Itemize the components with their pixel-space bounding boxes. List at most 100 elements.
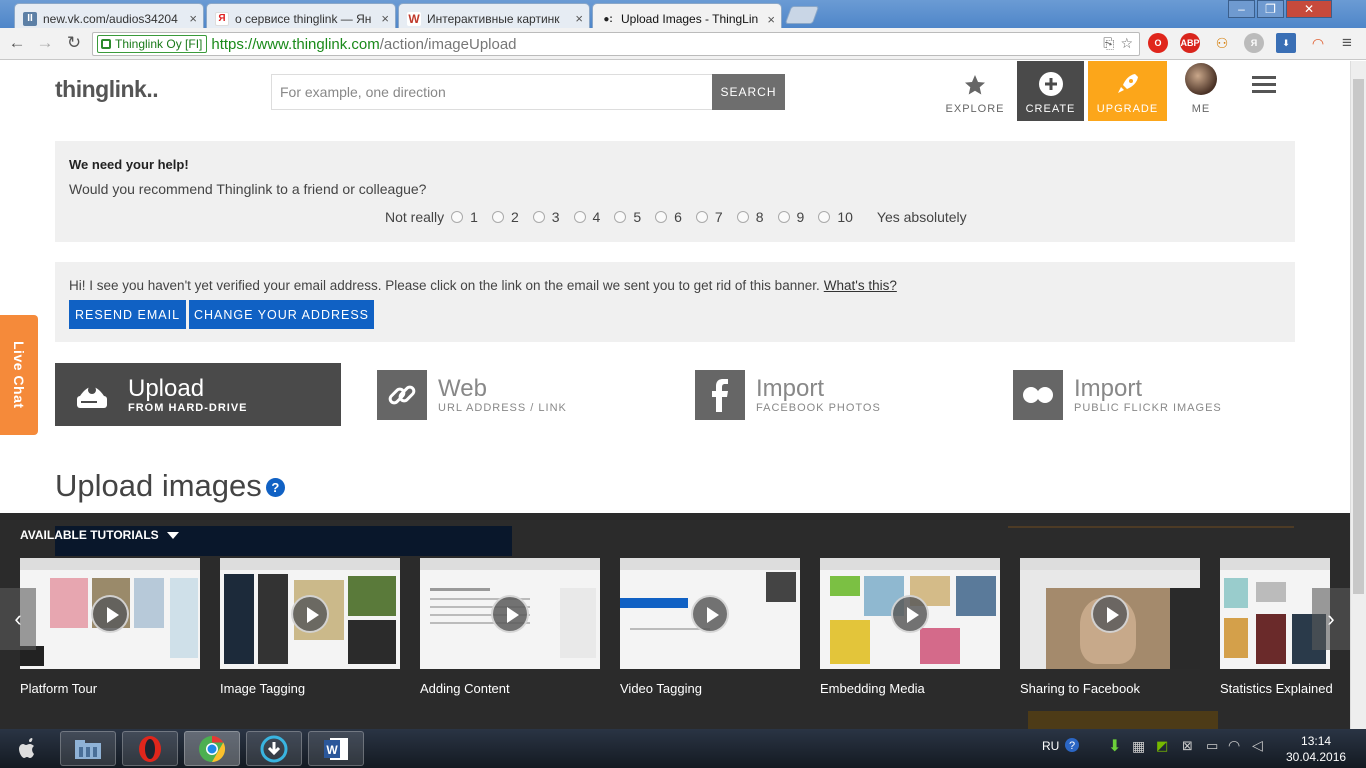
file-explorer-icon[interactable] — [60, 731, 116, 766]
nav-create-label: CREATE — [1025, 103, 1076, 115]
nav-create[interactable]: CREATE — [1017, 61, 1084, 121]
survey-radio-2[interactable] — [491, 211, 504, 223]
bike-extension-icon[interactable]: ⚇ — [1212, 33, 1232, 53]
tutorial-card[interactable]: Embedding Media — [820, 558, 1000, 696]
reload-icon[interactable]: ↻ — [63, 33, 85, 53]
browser-tab-yandex[interactable]: Я о сервисе thinglink — Ян × — [206, 3, 396, 28]
minimize-icon[interactable]: – — [1228, 0, 1255, 18]
carousel-prev-icon[interactable]: ‹ — [0, 588, 36, 650]
browser-menu-icon[interactable]: ≡ — [1336, 33, 1358, 53]
play-icon — [291, 595, 329, 633]
help-icon[interactable]: ? — [265, 478, 285, 498]
close-tab-icon[interactable]: × — [767, 12, 775, 27]
nav-me[interactable]: ME — [1170, 61, 1232, 121]
opera-icon[interactable]: O — [1148, 33, 1168, 53]
survey-radio-6[interactable] — [655, 211, 668, 223]
browser-tab-vk[interactable]: II new.vk.com/audios34204 × — [14, 3, 204, 28]
survey-radio-10[interactable] — [818, 211, 831, 223]
whats-this-link[interactable]: What's this? — [824, 278, 897, 293]
url-host: https://www.thinglink.com — [211, 35, 380, 53]
source-import-facebook[interactable]: Import FACEBOOK PHOTOS — [695, 363, 975, 426]
tutorial-label: Adding Content — [420, 681, 510, 696]
avatar — [1185, 63, 1217, 95]
back-arrow-icon[interactable]: ← — [6, 33, 28, 53]
forward-arrow-icon[interactable]: → — [34, 33, 56, 53]
adblock-icon[interactable]: ABP — [1180, 33, 1200, 53]
hamburger-menu-icon[interactable] — [1252, 76, 1276, 94]
survey-radio-3[interactable] — [532, 211, 545, 223]
battery-tray-icon[interactable]: ▭ — [1206, 738, 1218, 754]
bookmark-star-icon[interactable]: ☆ — [1120, 35, 1133, 52]
carousel-next-icon[interactable]: › — [1312, 588, 1350, 650]
taskmanager-tray-icon[interactable]: ▦ — [1132, 738, 1145, 755]
tutorial-label: Statistics Explained — [1220, 681, 1333, 696]
survey-option-label: 5 — [633, 209, 642, 225]
maximize-icon[interactable]: ❐ — [1257, 0, 1284, 18]
tutorial-card[interactable]: Platform Tour — [20, 558, 200, 696]
chrome-taskbar-icon[interactable] — [184, 731, 240, 766]
tab-title: Upload Images - ThingLin — [621, 12, 759, 26]
survey-option-label: 6 — [674, 209, 682, 225]
nvidia-tray-icon[interactable]: ◩ — [1156, 738, 1168, 754]
search-button[interactable]: SEARCH — [712, 74, 785, 110]
browser-tab-thinglink[interactable]: ●: Upload Images - ThingLin × — [592, 3, 782, 29]
source-import-flickr[interactable]: Import PUBLIC FLICKR IMAGES — [1013, 363, 1295, 426]
nav-explore[interactable]: EXPLORE — [940, 61, 1010, 121]
close-tab-icon[interactable]: × — [189, 11, 197, 26]
survey-radio-5[interactable] — [614, 211, 627, 223]
downloader-taskbar-icon[interactable] — [246, 731, 302, 766]
volume-tray-icon[interactable]: ◁ — [1252, 737, 1263, 754]
lock-icon — [101, 39, 111, 49]
tutorial-card[interactable]: Image Tagging — [220, 558, 400, 696]
source-subtitle: PUBLIC FLICKR IMAGES — [1074, 401, 1222, 414]
yandex-extension-icon[interactable]: Я — [1244, 33, 1264, 53]
download-icon[interactable]: ⬇ — [1276, 33, 1296, 53]
browser-tab-wiki[interactable]: W Интерактивные картинк × — [398, 3, 590, 28]
live-chat-label: Live Chat — [11, 341, 27, 409]
source-upload-harddrive[interactable]: Upload FROM HARD-DRIVE — [55, 363, 341, 426]
survey-radio-8[interactable] — [736, 211, 749, 223]
network-error-tray-icon[interactable]: ⊠ — [1182, 738, 1193, 754]
ev-certificate-badge[interactable]: Thinglink Oy [FI] — [97, 35, 208, 53]
survey-radio-1[interactable] — [451, 211, 464, 223]
source-subtitle: FACEBOOK PHOTOS — [756, 401, 881, 414]
change-address-button[interactable]: CHANGE YOUR ADDRESS — [189, 300, 374, 329]
resend-email-button[interactable]: RESEND EMAIL — [69, 300, 186, 329]
close-tab-icon[interactable]: × — [381, 11, 389, 26]
survey-radio-9[interactable] — [777, 211, 790, 223]
translate-icon[interactable]: ⎘ — [1103, 35, 1114, 52]
live-chat-tab[interactable]: Live Chat — [0, 315, 38, 435]
tutorials-toggle[interactable]: AVAILABLE TUTORIALS — [20, 528, 179, 542]
clock-date: 30.04.2016 — [1286, 750, 1347, 764]
browser-tabstrip: II new.vk.com/audios34204 × Я о сервисе … — [0, 0, 1366, 29]
source-subtitle: FROM HARD-DRIVE — [128, 401, 248, 414]
close-tab-icon[interactable]: × — [575, 11, 583, 26]
nav-upgrade[interactable]: UPGRADE — [1088, 61, 1167, 121]
thinglink-icon: ●: — [603, 13, 613, 25]
word-taskbar-icon[interactable]: W — [308, 731, 364, 766]
play-icon — [491, 595, 529, 633]
opera-taskbar-icon[interactable] — [122, 731, 178, 766]
system-clock[interactable]: 13:14 30.04.2016 — [1286, 733, 1346, 765]
page-scrollbar[interactable] — [1350, 61, 1366, 729]
tutorial-card[interactable]: Adding Content — [420, 558, 600, 696]
window-close-icon[interactable]: ✕ — [1286, 0, 1332, 18]
search-input[interactable]: For example, one direction — [271, 74, 713, 110]
help-tray-icon[interactable]: ? — [1064, 737, 1080, 756]
download-tray-icon[interactable]: ⬇ — [1108, 736, 1121, 756]
survey-radio-7[interactable] — [695, 211, 708, 223]
hard-drive-icon — [67, 370, 117, 420]
rainbow-extension-icon[interactable]: ◠ — [1308, 33, 1328, 53]
start-apple-icon[interactable] — [2, 731, 52, 766]
scrollbar-thumb[interactable] — [1353, 79, 1364, 594]
tutorial-card[interactable]: Video Tagging — [620, 558, 800, 696]
tutorial-card[interactable]: Sharing to Facebook — [1020, 558, 1200, 696]
language-indicator[interactable]: RU — [1042, 739, 1059, 753]
address-bar[interactable]: Thinglink Oy [FI] https://www.thinglink.… — [92, 32, 1140, 56]
thinglink-logo[interactable]: thinglink.. — [55, 76, 159, 103]
source-web-url[interactable]: Web URL ADDRESS / LINK — [377, 363, 657, 426]
survey-radio-4[interactable] — [573, 211, 586, 223]
tutorial-thumbnail — [620, 558, 800, 669]
new-tab-button[interactable] — [784, 6, 820, 24]
wifi-tray-icon[interactable]: ◠ — [1228, 737, 1240, 754]
